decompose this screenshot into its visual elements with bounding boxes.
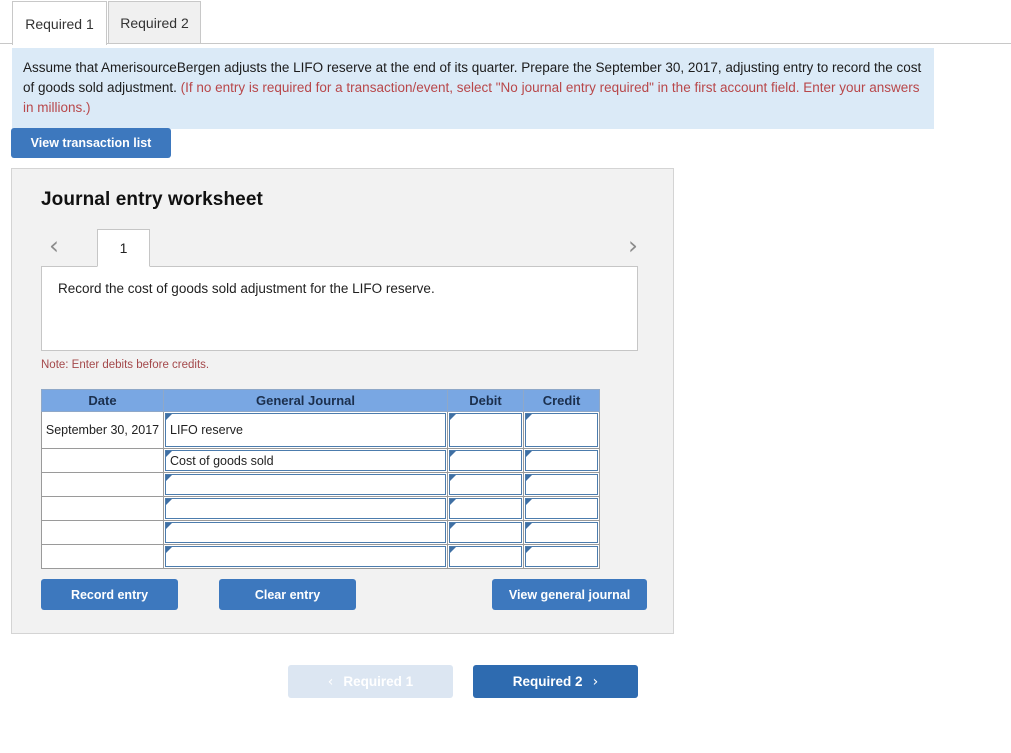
- account-select-row-1[interactable]: LIFO reserve: [165, 413, 446, 447]
- tab-required-2[interactable]: Required 2: [108, 1, 201, 44]
- account-select-row-2[interactable]: Cost of goods sold: [165, 450, 446, 471]
- cell-date: [41, 520, 164, 545]
- cell-date: [41, 448, 164, 473]
- nav-required-2-button[interactable]: Required 2 ›: [473, 665, 638, 698]
- table-row: [41, 472, 600, 497]
- journal-entry-worksheet-panel: Journal entry worksheet ‹ 1 › Record the…: [11, 168, 674, 634]
- worksheet-description-text: Record the cost of goods sold adjustment…: [58, 281, 435, 296]
- cell-account[interactable]: [163, 496, 448, 521]
- cell-debit[interactable]: [447, 411, 524, 449]
- account-select-row-5[interactable]: [165, 522, 446, 543]
- clear-entry-label: Clear entry: [254, 587, 321, 602]
- column-header-credit: Credit: [523, 389, 600, 412]
- cell-date: [41, 472, 164, 497]
- cell-credit[interactable]: [523, 520, 600, 545]
- credit-input-row-4[interactable]: [525, 498, 598, 519]
- cell-debit[interactable]: [447, 472, 524, 497]
- worksheet-pager: ‹ 1 ›: [41, 223, 646, 267]
- nav-required-1-button[interactable]: ‹ Required 1: [288, 665, 453, 698]
- record-entry-label: Record entry: [70, 587, 149, 602]
- cell-account[interactable]: [163, 520, 448, 545]
- table-header-row: Date General Journal Debit Credit: [41, 389, 600, 412]
- cell-account[interactable]: [163, 544, 448, 569]
- cell-debit[interactable]: [447, 520, 524, 545]
- tab-required-1-label: Required 1: [25, 15, 94, 32]
- credit-input-row-3[interactable]: [525, 474, 598, 495]
- cell-account[interactable]: [163, 472, 448, 497]
- record-entry-button[interactable]: Record entry: [41, 579, 178, 610]
- credit-input-row-6[interactable]: [525, 546, 598, 567]
- debit-input-row-6[interactable]: [449, 546, 522, 567]
- worksheet-description-box: Record the cost of goods sold adjustment…: [41, 266, 638, 351]
- view-general-journal-label: View general journal: [508, 587, 631, 602]
- cell-date: [41, 544, 164, 569]
- debit-input-row-4[interactable]: [449, 498, 522, 519]
- debits-before-credits-note: Note: Enter debits before credits.: [41, 359, 210, 371]
- worksheet-title: Journal entry worksheet: [41, 189, 263, 210]
- account-select-row-3[interactable]: [165, 474, 446, 495]
- pager-page-1-label: 1: [119, 240, 128, 256]
- pager-page-1-tab[interactable]: 1: [97, 229, 150, 267]
- cell-debit[interactable]: [447, 448, 524, 473]
- debit-input-row-3[interactable]: [449, 474, 522, 495]
- debit-input-row-5[interactable]: [449, 522, 522, 543]
- table-row: [41, 496, 600, 521]
- credit-input-row-1[interactable]: [525, 413, 598, 447]
- credit-input-row-2[interactable]: [525, 450, 598, 471]
- view-general-journal-button[interactable]: View general journal: [492, 579, 647, 610]
- table-row: [41, 520, 600, 545]
- column-header-date: Date: [41, 389, 164, 412]
- cell-date: [41, 496, 164, 521]
- account-select-row-4[interactable]: [165, 498, 446, 519]
- tab-strip: Required 1 Required 2: [0, 0, 1011, 45]
- column-header-debit: Debit: [447, 389, 524, 412]
- cell-account[interactable]: LIFO reserve: [163, 411, 448, 449]
- chevron-right-icon: ›: [628, 230, 638, 260]
- clear-entry-button[interactable]: Clear entry: [219, 579, 356, 610]
- nav-required-2-label: Required 2: [512, 674, 583, 689]
- chevron-right-icon: ›: [592, 673, 599, 690]
- cell-credit[interactable]: [523, 544, 600, 569]
- tab-strip-divider: [0, 43, 1011, 44]
- chevron-left-icon: ‹: [327, 673, 334, 690]
- account-select-row-6[interactable]: [165, 546, 446, 567]
- view-transaction-list-button[interactable]: View transaction list: [11, 128, 171, 158]
- cell-credit[interactable]: [523, 411, 600, 449]
- pager-next-icon[interactable]: ›: [620, 223, 646, 267]
- pager-prev-icon[interactable]: ‹: [41, 223, 67, 267]
- table-row: September 30, 2017 LIFO reserve: [41, 411, 600, 449]
- cell-credit[interactable]: [523, 448, 600, 473]
- cell-date: September 30, 2017: [41, 411, 164, 449]
- nav-required-1-label: Required 1: [343, 674, 414, 689]
- tab-required-2-label: Required 2: [120, 15, 189, 31]
- instruction-banner: Assume that AmerisourceBergen adjusts th…: [12, 48, 934, 129]
- journal-entry-table: Date General Journal Debit Credit Septem…: [41, 389, 600, 569]
- chevron-left-icon: ‹: [49, 230, 59, 260]
- cell-debit[interactable]: [447, 496, 524, 521]
- table-row: [41, 544, 600, 569]
- credit-input-row-5[interactable]: [525, 522, 598, 543]
- cell-credit[interactable]: [523, 472, 600, 497]
- debit-input-row-1[interactable]: [449, 413, 522, 447]
- column-header-general-journal: General Journal: [163, 389, 448, 412]
- debit-input-row-2[interactable]: [449, 450, 522, 471]
- table-row: Cost of goods sold: [41, 448, 600, 473]
- tab-required-1[interactable]: Required 1: [12, 1, 107, 45]
- cell-debit[interactable]: [447, 544, 524, 569]
- view-transaction-list-label: View transaction list: [30, 136, 152, 150]
- cell-credit[interactable]: [523, 496, 600, 521]
- cell-account[interactable]: Cost of goods sold: [163, 448, 448, 473]
